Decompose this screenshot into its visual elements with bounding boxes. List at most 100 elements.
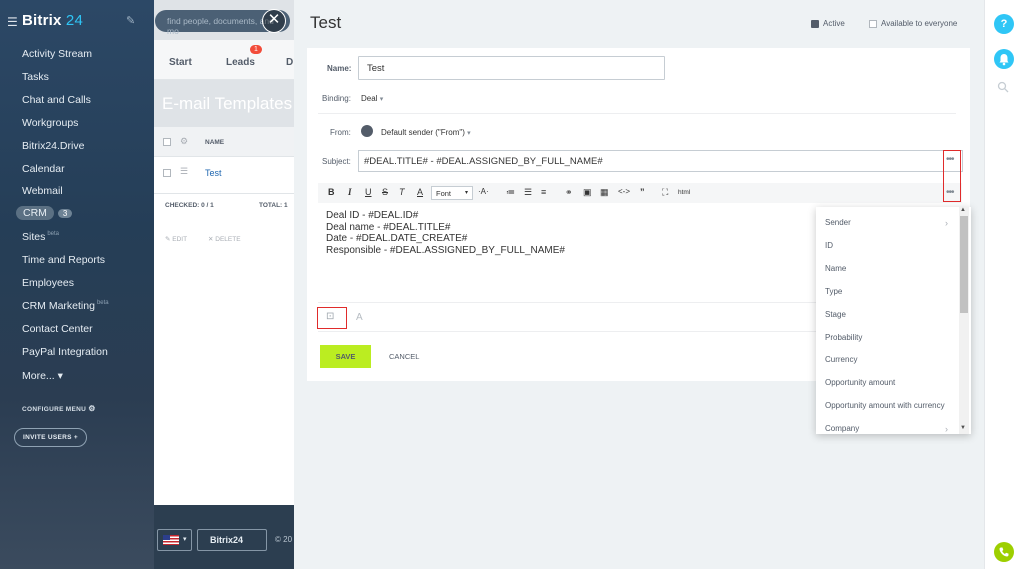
sidebar-item-chat-and-calls[interactable]: Chat and Calls <box>22 94 91 106</box>
underline-icon[interactable]: U <box>365 187 372 197</box>
menu-icon[interactable]: ☰ <box>7 15 18 29</box>
sidebar-item-label: Calendar <box>22 163 65 175</box>
scroll-up-icon[interactable]: ▲ <box>960 207 966 213</box>
dropdown-item-type[interactable]: Type <box>825 287 842 296</box>
attach-file-icon[interactable]: ⊡ <box>326 311 334 322</box>
sidebar-item-calendar[interactable]: Calendar <box>22 163 65 175</box>
active-label[interactable]: Active <box>823 19 845 28</box>
available-to-everyone-checkbox[interactable] <box>869 20 877 28</box>
fullscreen-icon[interactable]: ⛶ <box>662 187 668 198</box>
select-all-checkbox[interactable] <box>163 138 171 146</box>
sidebar-item-employees[interactable]: Employees <box>22 277 74 289</box>
sidebar-item-crm-marketing[interactable]: CRM Marketing beta <box>22 300 109 312</box>
binding-selector[interactable]: Deal ▾ <box>361 94 383 103</box>
more-dots-icon[interactable]: ••• <box>946 154 954 165</box>
counter-badge: 3 <box>57 209 73 218</box>
dropdown-item-company[interactable]: Company <box>825 424 859 433</box>
sidebar-item-more[interactable]: More... ▾ <box>22 370 63 382</box>
templates-table <box>154 127 294 505</box>
gear-icon[interactable]: ⚙ <box>180 136 188 147</box>
ordered-list-icon[interactable]: ≔ <box>506 187 515 198</box>
dropdown-item-name[interactable]: Name <box>825 264 846 273</box>
help-icon[interactable]: ? <box>994 14 1014 34</box>
font-select[interactable]: Font ▾ <box>431 186 473 200</box>
message-body[interactable]: Deal ID - #DEAL.ID# Deal name - #DEAL.TI… <box>326 210 565 256</box>
row-checkbox[interactable] <box>163 169 171 177</box>
scroll-down-icon[interactable]: ▼ <box>960 425 966 431</box>
sidebar-item-paypal-integration[interactable]: PayPal Integration <box>22 346 108 358</box>
pencil-icon[interactable]: ✎ <box>126 14 135 27</box>
italic-icon[interactable]: I <box>348 187 352 197</box>
tab-start[interactable]: Start <box>169 57 192 68</box>
beta-label: beta <box>47 231 60 237</box>
sidebar-item-label: Employees <box>22 277 74 289</box>
dropdown-item-opportunity-amount-with-currency[interactable]: Opportunity amount with currency <box>825 401 945 410</box>
edit-action[interactable]: ✎ EDIT <box>165 235 187 243</box>
column-header-name[interactable]: NAME <box>205 139 224 146</box>
strikethrough-icon[interactable]: S <box>382 187 388 197</box>
name-field[interactable]: Test <box>358 56 665 80</box>
sidebar-item-activity-stream[interactable]: Activity Stream <box>22 48 92 60</box>
active-checkbox[interactable] <box>811 20 819 28</box>
sidebar-item-tasks[interactable]: Tasks <box>22 71 49 83</box>
dropdown-item-currency[interactable]: Currency <box>825 355 857 364</box>
search-icon[interactable] <box>997 81 1009 96</box>
cancel-button[interactable]: CANCEL <box>389 352 419 361</box>
sidebar-item-workgroups[interactable]: Workgroups <box>22 117 78 129</box>
sidebar-item-drive[interactable]: Bitrix24.Drive <box>22 140 84 152</box>
logo-word: Bitrix <box>22 12 62 29</box>
checked-count: CHECKED: 0 / 1 <box>165 202 214 209</box>
sidebar-item-label: Activity Stream <box>22 48 93 60</box>
sender-selector[interactable]: Default sender ("From") ▾ <box>381 128 471 137</box>
delete-action[interactable]: ✕ DELETE <box>208 235 241 243</box>
phone-icon[interactable] <box>994 542 1014 562</box>
dropdown-item-opportunity-amount[interactable]: Opportunity amount <box>825 378 895 387</box>
chevron-right-icon: › <box>945 424 948 434</box>
table-icon[interactable]: ▦ <box>600 187 609 198</box>
available-to-everyone-label[interactable]: Available to everyone <box>881 19 957 28</box>
save-button[interactable]: SAVE <box>320 345 371 368</box>
subject-field[interactable]: #DEAL.TITLE# - #DEAL.ASSIGNED_BY_FULL_NA… <box>358 150 963 172</box>
sidebar-item-crm[interactable]: CRM 3 <box>16 206 73 220</box>
sidebar-item-label: Bitrix24.Drive <box>22 140 85 152</box>
configure-menu-button[interactable]: CONFIGURE MENU ⚙ <box>22 404 96 413</box>
html-mode-button[interactable]: html <box>678 189 690 196</box>
sidebar-item-sites[interactable]: Sites beta <box>22 231 59 243</box>
code-icon[interactable]: <-> <box>618 187 630 196</box>
image-icon[interactable]: ▣ <box>583 187 592 198</box>
chevron-down-icon: ▾ <box>464 190 468 196</box>
unordered-list-icon[interactable]: ☰ <box>524 187 532 198</box>
dropdown-item-stage[interactable]: Stage <box>825 310 846 319</box>
divider <box>154 193 294 194</box>
formatting-toggle-icon[interactable]: A <box>356 312 363 323</box>
font-size-icon[interactable]: ·A· <box>478 187 489 196</box>
dropdown-item-id[interactable]: ID <box>825 241 833 250</box>
table-row-name-link[interactable]: Test <box>205 168 222 178</box>
close-icon[interactable]: ✕ <box>262 9 286 33</box>
sidebar-item-webmail[interactable]: Webmail <box>22 185 63 197</box>
quote-icon[interactable]: ” <box>640 187 645 197</box>
tab-deals[interactable]: D <box>286 57 293 68</box>
sidebar-item-contact-center[interactable]: Contact Center <box>22 323 93 335</box>
page-title: E-mail Templates <box>162 94 293 113</box>
font-color-icon[interactable]: A <box>417 187 423 197</box>
align-icon[interactable]: ≡ <box>541 187 546 197</box>
bell-icon[interactable] <box>994 49 1014 69</box>
bold-icon[interactable]: B <box>328 187 335 197</box>
sidebar-item-time-and-reports[interactable]: Time and Reports <box>22 254 105 266</box>
tab-leads[interactable]: Leads <box>226 57 255 68</box>
more-dots-icon[interactable]: ••• <box>946 187 954 198</box>
configure-menu-label: CONFIGURE MENU <box>22 406 87 413</box>
bitrix24-footer-button[interactable]: Bitrix24 <box>197 529 267 551</box>
link-icon[interactable]: ⚭ <box>565 187 573 198</box>
row-menu-icon[interactable]: ☰ <box>180 166 188 177</box>
invite-users-button[interactable]: INVITE USERS + <box>14 428 87 447</box>
sidebar-item-label: Time and Reports <box>22 254 106 266</box>
name-label: Name: <box>327 64 352 73</box>
bitrix24-logo[interactable]: Bitrix 24 <box>22 12 83 29</box>
dropdown-item-probability[interactable]: Probability <box>825 333 862 342</box>
clear-format-icon[interactable]: T <box>399 187 405 197</box>
dropdown-item-sender[interactable]: Sender <box>825 218 851 227</box>
leads-counter-badge: 1 <box>250 45 262 54</box>
scrollbar-thumb[interactable] <box>960 216 968 313</box>
